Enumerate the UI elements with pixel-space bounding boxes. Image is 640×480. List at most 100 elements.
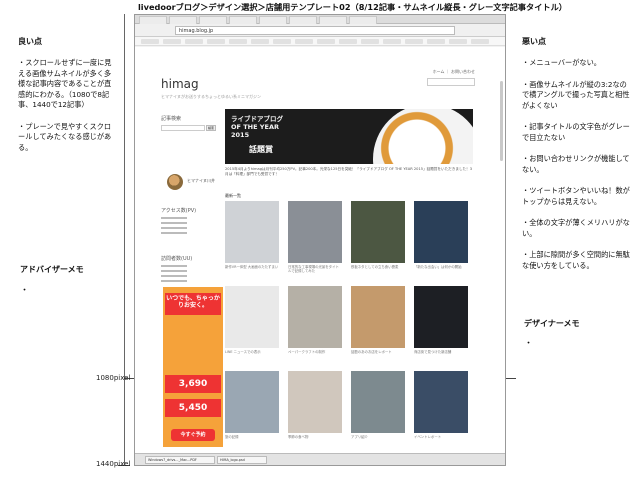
browser-tab[interactable] bbox=[319, 16, 347, 24]
taskbar-item[interactable]: Windows7_drivs..._Mac...PDF bbox=[145, 456, 215, 464]
bad-point: ・ツイートボタンやいいね！数がトップからは見えない。 bbox=[522, 186, 630, 206]
bookmark[interactable] bbox=[405, 39, 423, 44]
site-logo[interactable]: himag bbox=[161, 77, 199, 91]
browser-screenshot: himag.blog.jp ホーム ｜ お問い合わせ himag ヒマナイヌがお… bbox=[134, 14, 506, 466]
article-thumbnail[interactable] bbox=[351, 201, 405, 263]
browser-tab[interactable] bbox=[169, 16, 197, 24]
blog-page: ホーム ｜ お問い合わせ himag ヒマナイヌがお送りするちょっとゆるい系ミニ… bbox=[135, 47, 505, 455]
taskbar-item[interactable]: HIMA_logo.psd bbox=[217, 456, 267, 464]
ad-price-2: 5,450 bbox=[165, 399, 221, 417]
article-thumbnail[interactable] bbox=[225, 371, 279, 433]
bookmark[interactable] bbox=[207, 39, 225, 44]
ad-cta-button[interactable]: 今すぐ予約 bbox=[171, 429, 215, 441]
article-thumbnail[interactable] bbox=[414, 286, 468, 348]
ruler-label-1080: 1080pixel bbox=[96, 374, 131, 382]
article-thumbnail[interactable] bbox=[351, 286, 405, 348]
visitor-count-values bbox=[161, 265, 187, 285]
hero-title: ライブドアブログ OF THE YEAR 2015 bbox=[231, 115, 283, 139]
browser-toolbar: himag.blog.jp bbox=[135, 24, 505, 37]
article-title[interactable]: 季節の食べ物 bbox=[288, 435, 342, 439]
bad-points-heading: 悪い点 bbox=[522, 37, 546, 46]
taskbar: Windows7_drivs..._Mac...PDF HIMA_logo.ps… bbox=[135, 453, 505, 465]
page-scrollbar[interactable] bbox=[500, 81, 503, 161]
article-thumbnail[interactable] bbox=[225, 286, 279, 348]
article-title[interactable]: アプリ紹介 bbox=[351, 435, 405, 439]
article-thumbnail[interactable] bbox=[351, 371, 405, 433]
article-thumbnail[interactable] bbox=[288, 286, 342, 348]
bad-point: ・メニューバーがない。 bbox=[522, 58, 601, 67]
bad-point: ・お問い合わせリンクが機能してない。 bbox=[522, 154, 630, 174]
ruler-label-1440: 1440pixel bbox=[96, 460, 131, 468]
adviser-memo-bullet: ・ bbox=[20, 286, 30, 296]
site-tagline: ヒマナイヌがお送りするちょっとゆるい系ミニマガジン bbox=[161, 94, 261, 99]
bookmark[interactable] bbox=[163, 39, 181, 44]
access-count-heading: アクセス数(PV) bbox=[161, 208, 197, 214]
top-nav[interactable]: ホーム ｜ お問い合わせ bbox=[433, 69, 475, 75]
bookmark[interactable] bbox=[471, 39, 489, 44]
browser-tab-strip bbox=[135, 15, 505, 24]
hero-award: 話題賞 bbox=[249, 145, 273, 154]
bad-point: ・上部に隙間が多く空間的に無駄な使い方をしている。 bbox=[522, 250, 630, 270]
bad-points-list: ・メニューバーがない。 ・画像サムネイルが縦の3:2なので横アングルで撮った写真… bbox=[522, 58, 634, 282]
designer-memo-bullet: ・ bbox=[524, 339, 534, 349]
article-title[interactable]: 日常的な工事現場の光景をタイトルで記録してみた bbox=[288, 265, 342, 274]
article-title[interactable]: 旅の記録 bbox=[225, 435, 279, 439]
bookmark[interactable] bbox=[185, 39, 203, 44]
article-title[interactable]: 商店街で見つけた新店舗 bbox=[414, 350, 468, 354]
bookmark[interactable] bbox=[383, 39, 401, 44]
bookmarks-bar bbox=[135, 37, 505, 46]
hero-image bbox=[373, 109, 473, 164]
bookmark[interactable] bbox=[361, 39, 379, 44]
bad-point: ・記事タイトルの文字色がグレーで目立たない bbox=[522, 122, 630, 142]
adviser-memo-heading: アドバイザーメモ bbox=[20, 265, 84, 274]
access-count-values bbox=[161, 217, 187, 237]
profile-name[interactable]: ヒマナイヌ川井 bbox=[187, 178, 215, 184]
designer-memo-heading: デザイナーメモ bbox=[524, 319, 580, 328]
browser-tab[interactable] bbox=[229, 16, 257, 24]
bookmark[interactable] bbox=[449, 39, 467, 44]
address-bar[interactable]: himag.blog.jp bbox=[175, 26, 455, 35]
article-title[interactable]: 鉄板ネタとしての立ち食い蕎麦 bbox=[351, 265, 405, 269]
slide: livedoorブログ＞デザイン選択＞店舗用テンプレート02（8/12記事・サム… bbox=[0, 0, 640, 480]
article-title[interactable]: LINE ニュースでの表示 bbox=[225, 350, 279, 354]
article-thumbnail[interactable] bbox=[288, 201, 342, 263]
article-thumbnail[interactable] bbox=[414, 371, 468, 433]
bookmark[interactable] bbox=[273, 39, 291, 44]
height-ruler bbox=[124, 14, 125, 466]
page-title: livedoorブログ＞デザイン選択＞店舗用テンプレート02（8/12記事・サム… bbox=[138, 2, 567, 12]
browser-tab[interactable] bbox=[139, 16, 167, 24]
bookmark[interactable] bbox=[229, 39, 247, 44]
article-title[interactable]: ペーパークラフトの制作 bbox=[288, 350, 342, 354]
browser-tab[interactable] bbox=[349, 16, 377, 24]
bookmark[interactable] bbox=[317, 39, 335, 44]
intro-text: 2015年4月よりhimagは月刊平均250万PV。記事200本。光栄な125日… bbox=[225, 167, 473, 176]
bookmark[interactable] bbox=[141, 39, 159, 44]
good-points-heading: 良い点 bbox=[18, 37, 42, 46]
browser-tab[interactable] bbox=[259, 16, 287, 24]
ad-price-1: 3,690 bbox=[165, 375, 221, 393]
article-thumbnail[interactable] bbox=[288, 371, 342, 433]
profile-avatar[interactable] bbox=[167, 174, 183, 190]
bookmark[interactable] bbox=[251, 39, 269, 44]
ad-headline: いつでも、ちゃっかりお安く。 bbox=[165, 293, 221, 315]
latest-list-heading: 最新一覧 bbox=[225, 193, 241, 198]
sidebar-search-heading: 記事検索 bbox=[161, 116, 182, 122]
bookmark[interactable] bbox=[295, 39, 313, 44]
bookmark[interactable] bbox=[427, 39, 445, 44]
browser-tab[interactable] bbox=[199, 16, 227, 24]
article-title[interactable]: 「新たな出会い」は何かの開始 bbox=[414, 265, 468, 269]
article-thumbnail[interactable] bbox=[414, 201, 468, 263]
sidebar-search-button[interactable]: 検索 bbox=[206, 125, 216, 131]
sidebar-ad-banner[interactable]: いつでも、ちゃっかりお安く。 3,690 5,450 今すぐ予約 bbox=[163, 287, 223, 447]
hero-banner[interactable]: ライブドアブログ OF THE YEAR 2015 話題賞 bbox=[225, 109, 473, 164]
sidebar-search-input[interactable] bbox=[161, 125, 205, 131]
article-title[interactable]: 話題のあのお店をレポート bbox=[351, 350, 405, 354]
bad-point: ・画像サムネイルが縦の3:2なので横アングルで撮った写真と相性がよくない bbox=[522, 79, 630, 110]
visitor-count-heading: 訪問者数(UU) bbox=[161, 256, 193, 262]
article-thumbnail[interactable] bbox=[225, 201, 279, 263]
browser-tab[interactable] bbox=[289, 16, 317, 24]
article-title[interactable]: 新作VR一体型 大画面のたたずまい bbox=[225, 265, 279, 269]
header-search-input[interactable] bbox=[427, 78, 475, 86]
bookmark[interactable] bbox=[339, 39, 357, 44]
article-title[interactable]: イベントレポート bbox=[414, 435, 468, 439]
